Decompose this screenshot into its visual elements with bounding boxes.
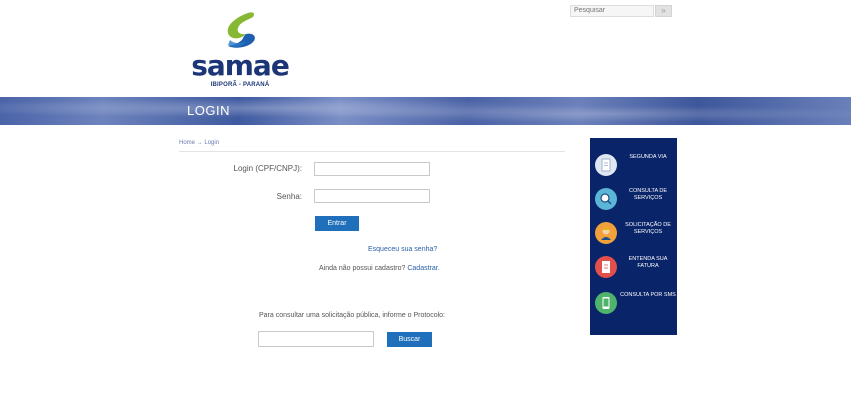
- password-field[interactable]: [314, 189, 430, 203]
- samae-logo[interactable]: samae IBIPORÃ - PARANÁ: [190, 10, 290, 90]
- breadcrumb: Home → Login: [179, 140, 219, 146]
- breadcrumb-current: Login: [204, 140, 220, 146]
- sidebar-item-consulta-sms[interactable]: Consulta por SMS: [590, 288, 677, 322]
- logo-subtitle: IBIPORÃ - PARANÁ: [210, 82, 270, 88]
- sidebar-item-label: Solicitação de serviços: [625, 222, 671, 235]
- search-button[interactable]: »: [655, 5, 672, 17]
- page-banner: LOGIN: [0, 97, 851, 125]
- login-field[interactable]: [314, 162, 430, 176]
- signup-prompt: Ainda não possui cadastro? Cadastrar.: [319, 265, 440, 272]
- sidebar-item-segunda-via[interactable]: Segunda via: [590, 150, 677, 184]
- protocol-field[interactable]: [258, 331, 374, 347]
- logo-wordmark: samae: [191, 49, 290, 82]
- signup-link[interactable]: Cadastrar.: [407, 265, 439, 272]
- protocol-prompt: Para consultar uma solicitação pública, …: [259, 312, 445, 319]
- document-icon: [595, 154, 617, 176]
- protocol-search-button[interactable]: Buscar: [387, 332, 432, 347]
- signup-text: Ainda não possui cadastro?: [319, 265, 406, 272]
- worker-icon: [595, 222, 617, 244]
- services-sidebar: Segunda via Consulta de serviços Solicit…: [590, 138, 677, 335]
- phone-icon: [595, 292, 617, 314]
- sidebar-item-label: Segunda via: [629, 154, 667, 160]
- login-button[interactable]: Entrar: [315, 216, 359, 231]
- search-bar: »: [570, 5, 672, 19]
- search-input[interactable]: [570, 5, 654, 17]
- sidebar-item-label: Consulta de serviços: [629, 188, 667, 201]
- password-label: Senha:: [276, 192, 302, 201]
- breadcrumb-divider: [179, 151, 565, 152]
- page-title: LOGIN: [187, 103, 230, 118]
- breadcrumb-home[interactable]: Home: [179, 140, 195, 146]
- magnifier-icon: [595, 188, 617, 210]
- logo-mark-icon: [227, 12, 255, 48]
- login-label: Login (CPF/CNPJ):: [233, 164, 302, 173]
- sidebar-item-consulta-servicos[interactable]: Consulta de serviços: [590, 184, 677, 218]
- sidebar-item-entenda-fatura[interactable]: Entenda sua fatura: [590, 252, 677, 286]
- sidebar-item-solicitacao-servicos[interactable]: Solicitação de serviços: [590, 218, 677, 252]
- bill-icon: [595, 256, 617, 278]
- sidebar-item-label: Entenda sua fatura: [628, 256, 668, 269]
- breadcrumb-separator: →: [196, 140, 203, 146]
- forgot-password-link[interactable]: Esqueceu sua senha?: [368, 246, 437, 253]
- sidebar-item-label: Consulta por SMS: [620, 292, 676, 298]
